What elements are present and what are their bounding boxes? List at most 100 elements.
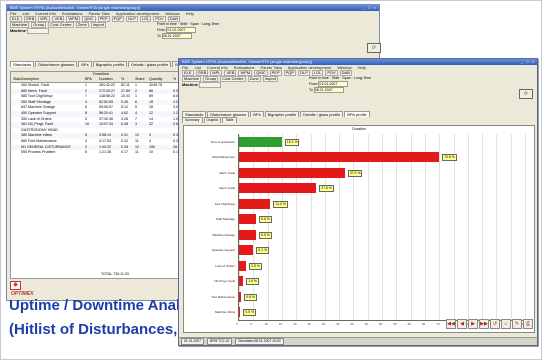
window-controls-icon[interactable]: _ □ × <box>521 59 535 65</box>
data-label: 1.6 % <box>246 278 259 286</box>
toolbar-dlp-button[interactable]: DLP <box>126 16 138 22</box>
subtab-table[interactable]: Table <box>222 117 237 123</box>
bar[interactable] <box>239 229 257 240</box>
status-left: 01.01.2007 <box>181 338 204 345</box>
subtab-summary[interactable]: Summary <box>182 117 203 123</box>
toolbar-pqp-button[interactable]: PQP <box>111 16 125 22</box>
bar[interactable] <box>239 245 254 256</box>
column-header-bpa[interactable]: BPA <box>85 77 99 83</box>
column-header-share[interactable]: Share <box>135 77 149 83</box>
machine-label: Machine <box>182 82 199 88</box>
data-label: 27.8 % <box>319 185 334 193</box>
nav-control-0-button[interactable]: ◀◀ <box>446 319 456 329</box>
table-cell: 590 Process Problem <box>21 150 56 155</box>
longterm-label: Long-Term <box>202 22 220 26</box>
menu-help[interactable]: Help <box>358 65 366 70</box>
toolbar-lgl-button[interactable]: LGL <box>139 16 152 22</box>
table-cell: 1:21:28 <box>99 150 111 155</box>
tab-details-glass-profile[interactable]: Details / glass profile <box>128 61 172 67</box>
tab-bpa-profile[interactable]: BPA profile <box>344 111 370 117</box>
back-window-titlebar[interactable]: BDE System HTRA (Ausschliesslich, Viewer… <box>7 5 379 11</box>
nav-import-button[interactable]: Import <box>262 76 279 82</box>
table-cell: 10:07:34 <box>99 122 113 127</box>
tab-details-glass-profile[interactable]: Details / glass profile <box>300 111 344 117</box>
tab-bps[interactable]: BPs <box>78 61 92 67</box>
column-header-quantity[interactable]: Quantity <box>149 77 173 83</box>
date-to-field[interactable]: 08.01.2007 <box>161 33 192 39</box>
nav-control-2-button[interactable]: ▶ <box>468 319 478 329</box>
category-label: Lack of Orders <box>215 263 235 268</box>
date-to-field[interactable]: 08.01.2007 <box>313 87 344 93</box>
nav-import-button[interactable]: Import <box>90 22 107 28</box>
category-label: Shutch/Exerment <box>211 155 235 160</box>
tab-bigraphic-profile[interactable]: Bigraphic profile <box>92 61 128 67</box>
subtab-graphic[interactable]: Graphic <box>203 117 222 123</box>
machine-field[interactable] <box>27 28 50 34</box>
back-window-title: BDE System HTRA (Ausschliesslich, Viewer… <box>10 5 141 10</box>
bar[interactable] <box>239 152 440 163</box>
data-label: 5.1 % <box>256 247 269 255</box>
nav-control-1-button[interactable]: ◀ <box>457 319 467 329</box>
table-cell: 10 <box>85 122 89 127</box>
data-label: 70.8 % <box>442 154 457 162</box>
nav-zone-button[interactable]: Zone <box>75 22 89 28</box>
total-value: 730:11:33 <box>113 272 129 276</box>
data-label: 5.5 % <box>259 231 272 239</box>
nav-control-4-button[interactable]: ↺ <box>490 319 500 329</box>
nav-cost-centre-button[interactable]: Cost Centre <box>48 22 74 28</box>
tab-disturbance-glosses[interactable]: Disturbance glosses <box>35 61 78 67</box>
bar[interactable] <box>239 167 345 178</box>
nav-control-5-button[interactable]: ⌂ <box>501 319 511 329</box>
bar[interactable] <box>239 291 242 302</box>
front-window-title: BDE System HTRA (Ausschliesslich, Viewer… <box>182 59 313 64</box>
nav-control-3-button[interactable]: ▶▶ <box>479 319 489 329</box>
pin-icon[interactable]: ◆ <box>10 281 21 290</box>
x-tick-label: 60 <box>407 322 411 326</box>
bar[interactable] <box>239 136 282 147</box>
tab-standards[interactable]: Standards <box>10 61 35 67</box>
nav-zone-button[interactable]: Zone <box>247 76 261 82</box>
data-label: 5.6 % <box>259 216 272 224</box>
refresh-button[interactable]: ⟳ <box>367 43 381 53</box>
menu-help[interactable]: Help <box>186 11 194 16</box>
window-controls-icon[interactable]: _ □ × <box>363 5 377 11</box>
bar[interactable] <box>239 260 247 271</box>
x-tick-label: 40 <box>350 322 354 326</box>
bar[interactable] <box>239 307 241 318</box>
gridline <box>496 134 498 320</box>
nav-cost-centre-button[interactable]: Cost Centre <box>220 76 246 82</box>
bar[interactable] <box>239 198 271 209</box>
gridline <box>482 134 484 320</box>
machine-field[interactable] <box>199 82 222 88</box>
column-header-status[interactable]: Status <box>11 77 21 83</box>
front-window-titlebar[interactable]: BDE System HTRA (Ausschliesslich, Viewer… <box>179 59 537 65</box>
gridline <box>525 134 526 320</box>
column-header-[interactable]: % <box>173 77 176 83</box>
nav-control-6-button[interactable]: ✎ <box>512 319 522 329</box>
category-label: Tool Maintenance <box>211 294 235 299</box>
tab-bps[interactable]: BPs <box>250 111 264 117</box>
column-header-duration[interactable]: Duration <box>99 77 121 83</box>
data-label: 2.8 % <box>249 262 262 270</box>
toolbar-pqp-button[interactable]: PQP <box>283 70 297 76</box>
data-label: 0.8 % <box>244 293 257 301</box>
x-tick-label: 0 <box>236 322 238 326</box>
nav-control-7-button[interactable]: ⎙ <box>523 319 533 329</box>
status-mid: BPM TC2.10 <box>206 338 233 345</box>
table-cell: 22 <box>149 122 153 127</box>
data-label: 11.0 % <box>273 200 288 208</box>
table-row[interactable]: 590 Process Problem 6 1:21:28 0.17 11 10 0.1 <box>11 150 191 156</box>
category-label: Tool Chg/Setup <box>214 201 235 206</box>
column-header-description[interactable]: Description <box>21 77 85 83</box>
navigation-buttons: ◀◀ ◀ ▶ ▶▶ ↺ ⌂ ✎ ⎙ <box>446 319 533 329</box>
bar[interactable] <box>239 276 244 287</box>
status-right: Simulated 08.01.2007 10:00 <box>235 338 284 345</box>
table-cell: 10 <box>149 150 153 155</box>
data-label: 0.5 % <box>243 309 257 317</box>
tab-bigraphic-profile[interactable]: Bigraphic profile <box>264 111 300 117</box>
refresh-button[interactable]: ⟳ <box>519 89 533 99</box>
bar[interactable] <box>239 214 257 225</box>
bar[interactable] <box>239 183 317 194</box>
span-label: Span <box>342 76 351 80</box>
column-header-[interactable]: % <box>121 77 135 83</box>
